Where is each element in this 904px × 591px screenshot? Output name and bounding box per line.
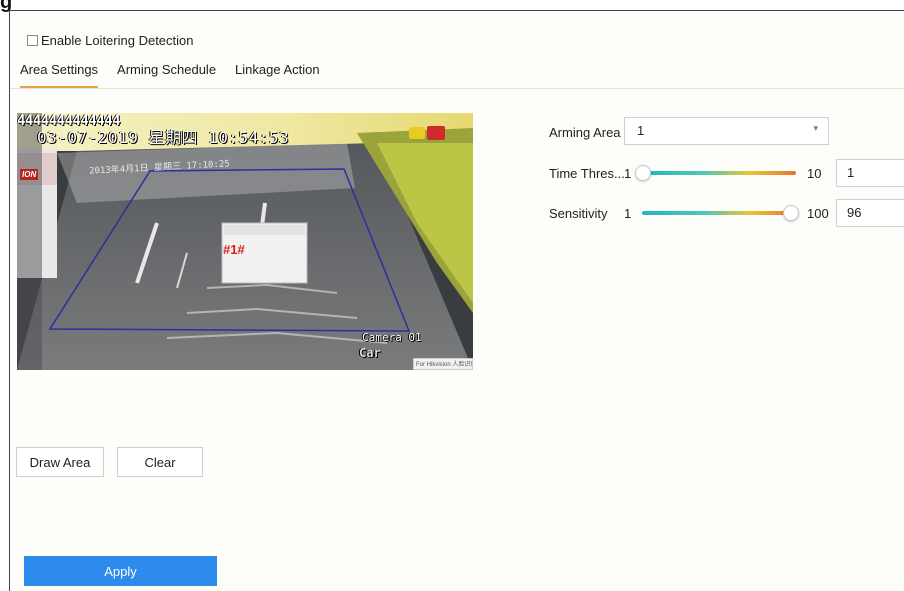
enable-loitering-label: Enable Loitering Detection [41,33,194,48]
sensitivity-max: 100 [807,206,829,221]
sensitivity-label: Sensitivity [549,206,608,221]
clear-button[interactable]: Clear [117,447,203,477]
tab-area-settings[interactable]: Area Settings [20,62,99,88]
chevron-down-icon[interactable]: ▾ [813,123,818,134]
enable-loitering-checkbox[interactable] [27,35,38,46]
time-threshold-slider-thumb[interactable] [635,165,651,181]
osd-car-label: Car [359,346,381,360]
draw-area-button[interactable]: Draw Area [16,447,104,477]
sensitivity-input[interactable]: 96 [836,199,904,227]
time-threshold-input[interactable]: 1 [836,159,904,187]
sensitivity-slider-track[interactable] [642,211,796,215]
tab-bar: Area Settings Arming Schedule Linkage Ac… [20,62,339,88]
osd-datetime: 03-07-2019 星期四 10:54:53 [37,128,290,147]
arming-area-label: Arming Area [549,125,621,140]
sensitivity-slider-thumb[interactable] [782,205,799,221]
inner-brand-label: ION [20,169,39,180]
tab-divider [10,88,904,89]
arming-area-value: 1 [637,123,645,138]
osd-camera-label: Camera 01 [362,331,422,344]
tab-arming-schedule[interactable]: Arming Schedule [117,62,216,88]
arming-area-select[interactable]: 1 ▾ [624,117,829,145]
tab-linkage-action[interactable]: Linkage Action [235,62,320,88]
apply-button[interactable]: Apply [24,556,217,586]
enable-loitering-checkbox-row[interactable]: Enable Loitering Detection [27,33,194,48]
time-threshold-max: 10 [807,166,822,181]
alarm-icon [409,127,425,139]
time-threshold-label: Time Thres... [549,166,625,181]
camera-preview[interactable]: 4444444444444 03-07-2019 星期四 10:54:53 20… [17,113,473,370]
sensitivity-min: 1 [624,206,632,221]
time-threshold-min: 1 [624,166,632,181]
zone-label: #1# [223,242,245,257]
time-threshold-slider-track[interactable] [642,171,796,175]
record-icon [427,126,445,140]
preview-badge: For Hikvision 人脸识别 预览 [413,358,473,370]
